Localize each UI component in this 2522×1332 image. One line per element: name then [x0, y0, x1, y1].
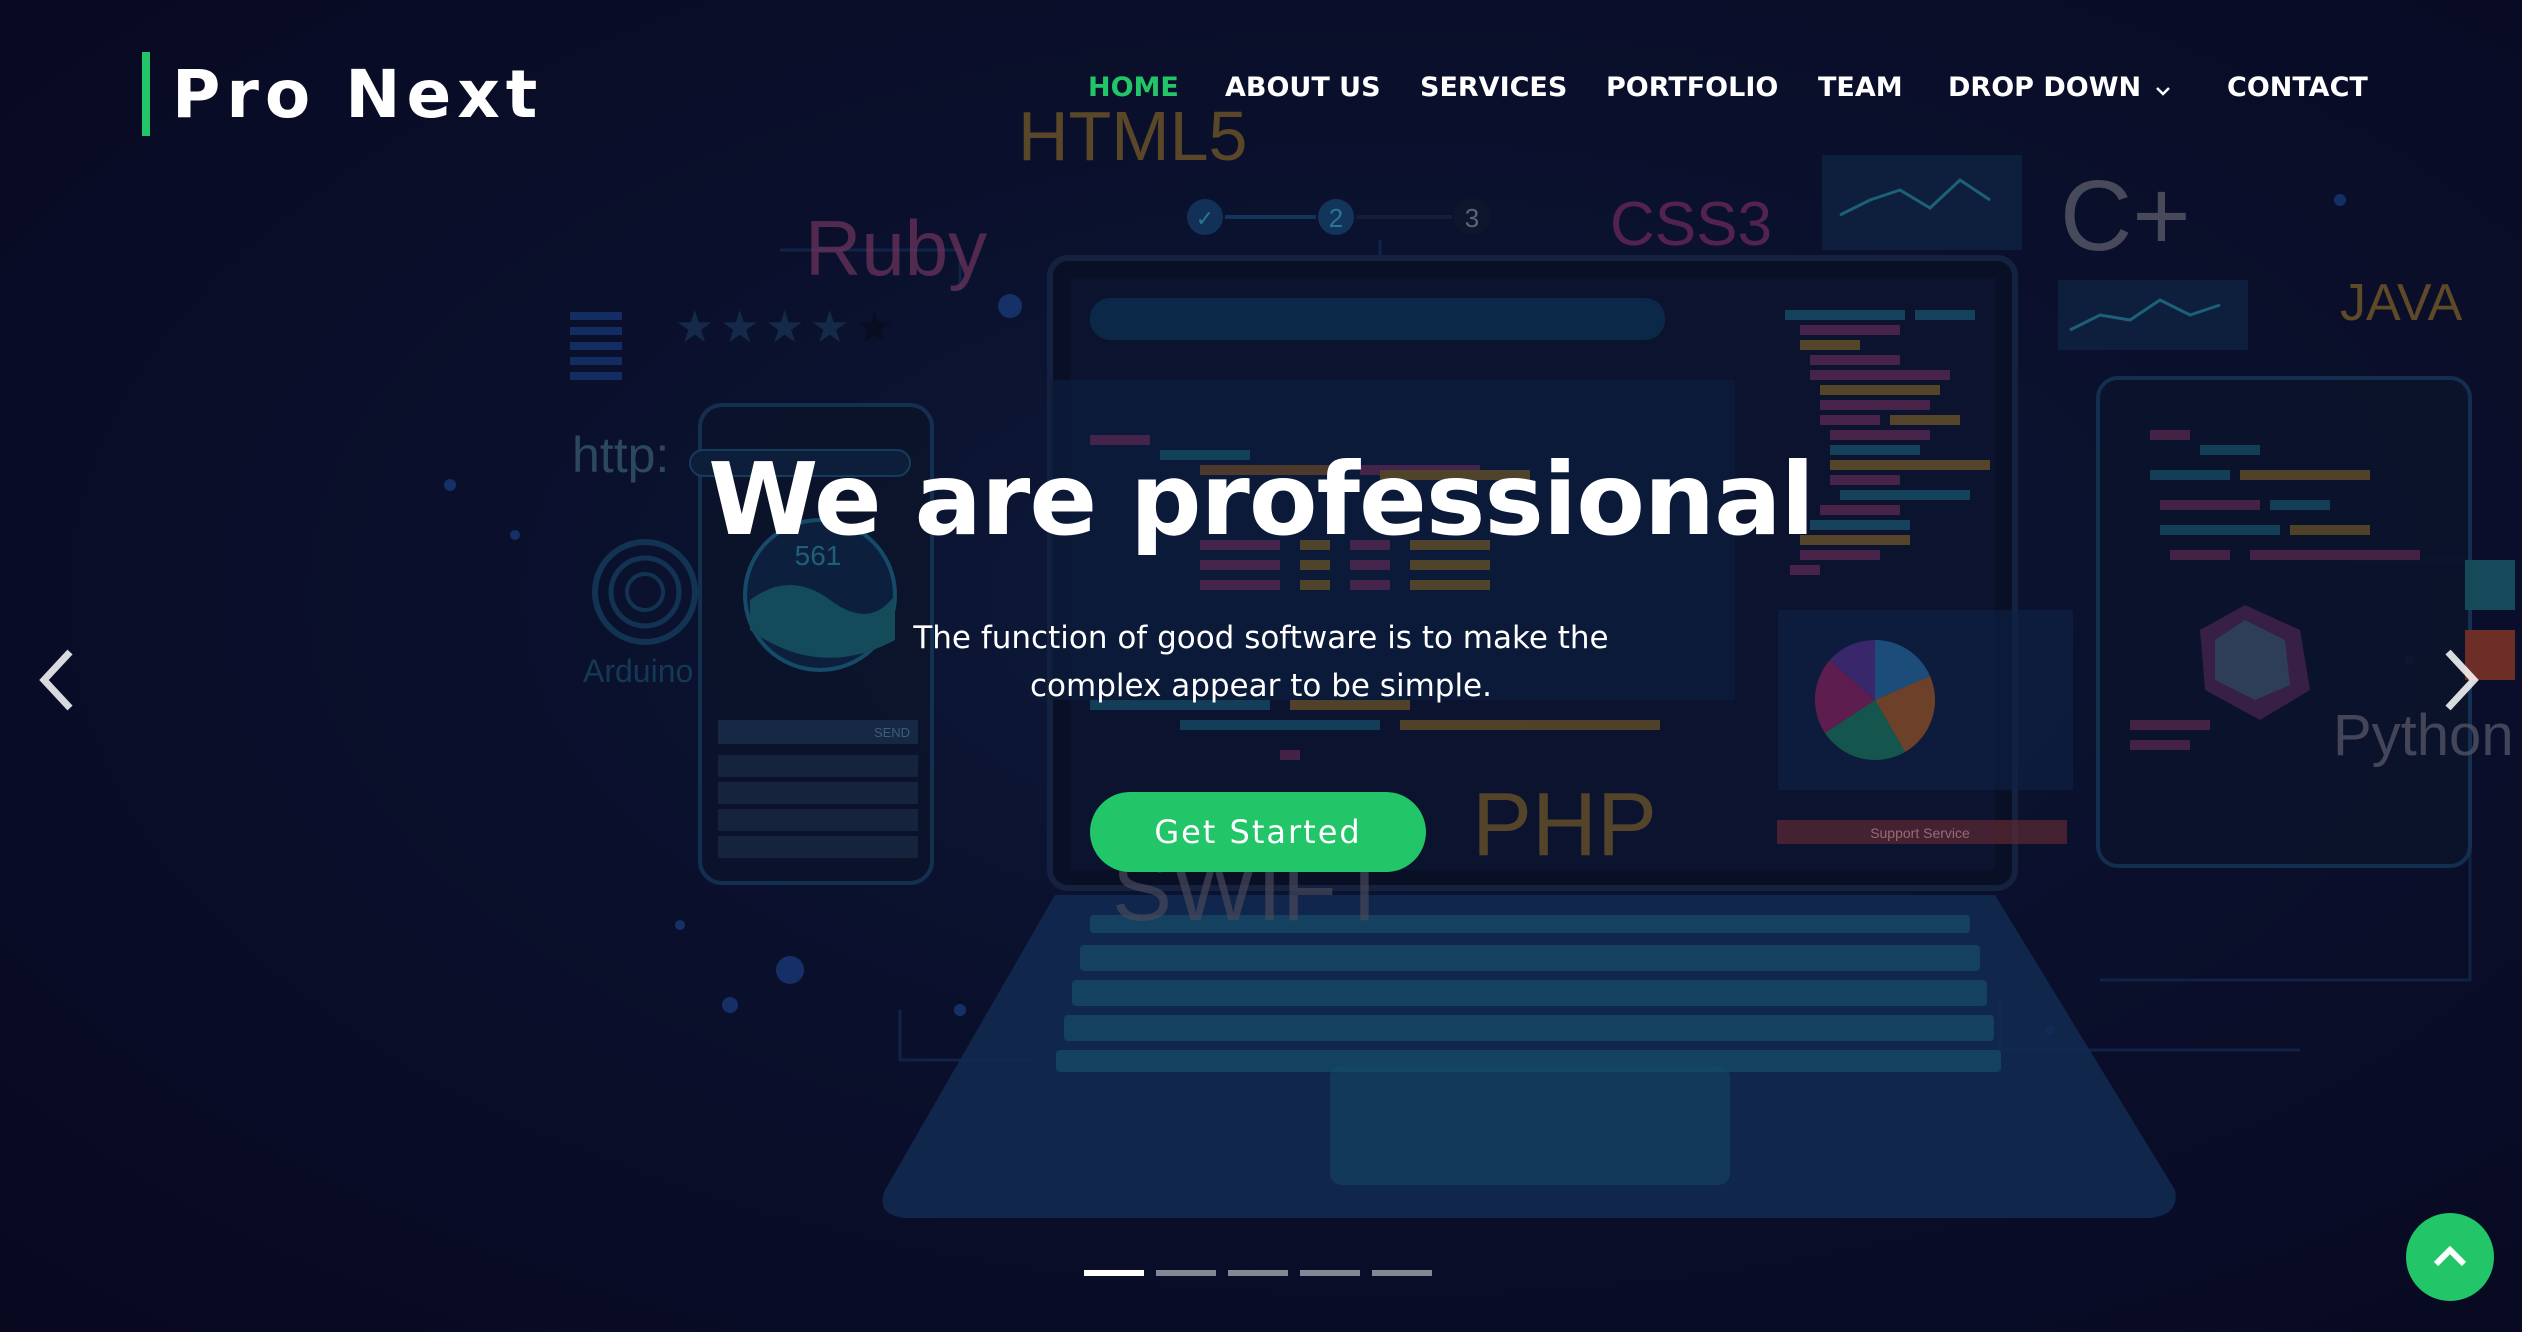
hero-title: We are professional: [708, 441, 1815, 558]
hero-subtitle-line-2: complex appear to be simple.: [1029, 668, 1492, 704]
nav-portfolio[interactable]: PORTFOLIO: [1606, 66, 1778, 110]
main-nav: HOME ABOUT US SERVICES PORTFOLIO TEAM DR…: [0, 66, 2522, 110]
back-to-top-button[interactable]: [2406, 1213, 2494, 1301]
chevron-up-icon: [2433, 1245, 2467, 1267]
hero-section: Support Service 561 SEND ★ ★ ★ ★ ★ ✓ 2 3…: [0, 0, 2522, 1332]
nav-about-us[interactable]: ABOUT US: [1225, 66, 1381, 110]
nav-dropdown-label: DROP DOWN: [1948, 72, 2142, 103]
nav-contact[interactable]: CONTACT: [2227, 66, 2368, 110]
nav-home[interactable]: HOME: [1088, 66, 1179, 110]
chevron-right-icon: [2445, 649, 2479, 711]
chevron-down-icon: [2155, 67, 2171, 111]
hero-subtitle-line-1: The function of good software is to make…: [913, 620, 1609, 656]
carousel-indicator-5[interactable]: [1372, 1270, 1432, 1276]
carousel-indicator-1[interactable]: [1084, 1270, 1144, 1276]
carousel-indicator-2[interactable]: [1156, 1270, 1216, 1276]
hero-subtitle: The function of good software is to make…: [861, 614, 1661, 710]
get-started-button[interactable]: Get Started: [1090, 792, 1426, 872]
nav-dropdown[interactable]: DROP DOWN: [1948, 66, 2171, 111]
chevron-left-icon: [39, 649, 73, 711]
carousel-indicator-3[interactable]: [1228, 1270, 1288, 1276]
carousel-prev-button[interactable]: [24, 640, 94, 720]
carousel-next-button[interactable]: [2424, 640, 2494, 720]
nav-services[interactable]: SERVICES: [1420, 66, 1567, 110]
nav-team[interactable]: TEAM: [1818, 66, 1903, 110]
carousel-indicator-4[interactable]: [1300, 1270, 1360, 1276]
